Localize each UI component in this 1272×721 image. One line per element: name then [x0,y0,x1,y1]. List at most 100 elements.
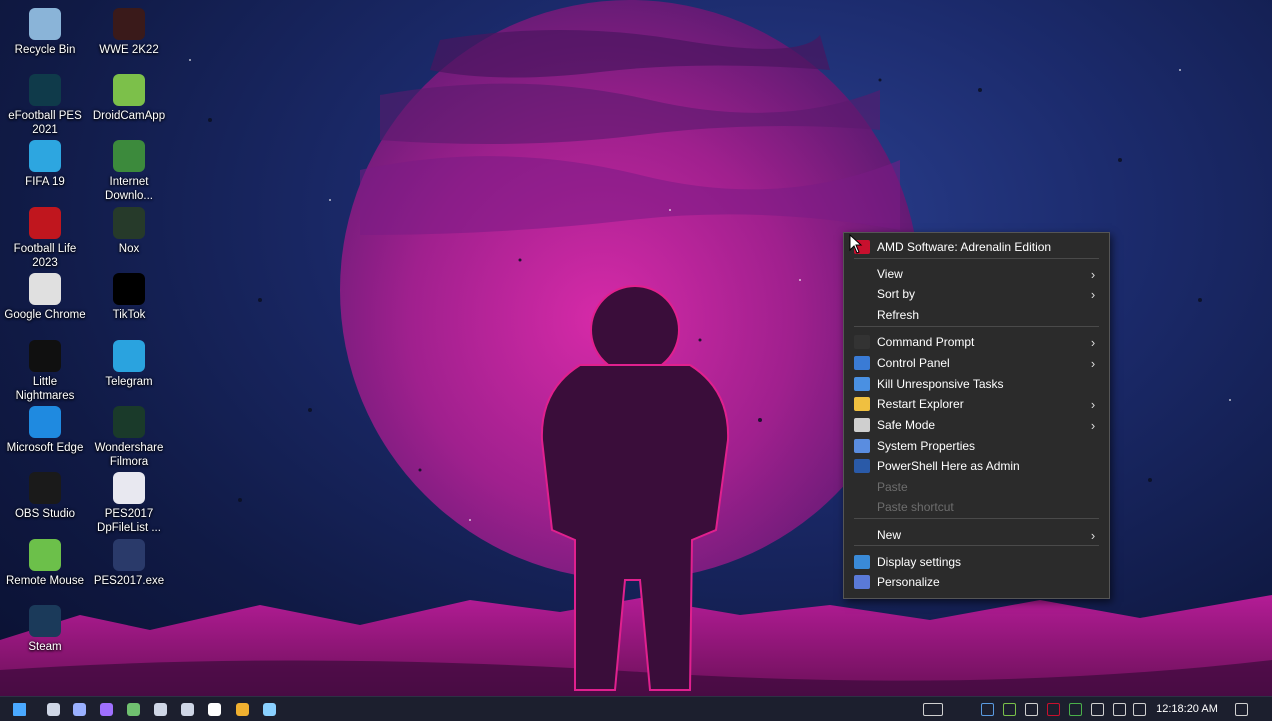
context-menu-item[interactable]: PowerShell Here as Admin [846,456,1107,476]
context-menu-item-label: Kill Unresponsive Tasks [877,377,1004,391]
desktop-shortcut[interactable]: Google Chrome [2,273,88,322]
context-menu-item-label: System Properties [877,439,976,453]
tray-app-icon[interactable] [1044,700,1062,718]
chat-icon[interactable] [260,700,278,718]
obs-icon [29,472,61,504]
context-menu-item[interactable]: Safe Mode › [846,415,1107,435]
context-menu-item-label: Restart Explorer [877,397,964,411]
m-icon[interactable] [205,700,223,718]
desktop-shortcut-label: Remote Mouse [6,575,84,587]
desktop-shortcut[interactable]: Internet Downlo... [86,140,172,203]
context-menu-item-label: Personalize [877,575,940,589]
keyboard-icon[interactable] [922,700,944,718]
desktop-shortcut[interactable]: Wondershare Filmora [86,406,172,469]
tray-app-icon[interactable] [1000,700,1018,718]
recycle-bin-icon [29,8,61,40]
desktop-shortcut-label: Internet Downlo... [105,176,153,202]
desktop-shortcut[interactable]: Recycle Bin [2,8,88,57]
filmora-icon [113,406,145,438]
context-menu-item-label: View [877,267,903,281]
desktop-shortcut[interactable]: PES2017 DpFileList ... [86,472,172,535]
efootball-icon [29,74,61,106]
context-menu-item-label: Display settings [877,555,962,569]
context-menu-item-label: Safe Mode [877,418,936,432]
mouse-cursor-icon [849,234,863,254]
desktop-shortcut-label: Google Chrome [4,309,86,321]
start-icon[interactable] [10,700,28,718]
context-menu-item[interactable]: Command Prompt › [846,332,1107,352]
capture-icon[interactable] [178,700,196,718]
droidcam-icon [113,74,145,106]
desktop-shortcut-label: Wondershare Filmora [94,442,164,468]
context-menu-item[interactable]: View › [846,264,1107,284]
app-icon[interactable] [70,700,88,718]
context-menu-item[interactable]: Refresh [846,305,1107,325]
context-menu-item[interactable]: Kill Unresponsive Tasks [846,374,1107,394]
microphone-icon[interactable] [1088,700,1106,718]
desktop-shortcut-label: FIFA 19 [25,176,65,188]
desktop-shortcut[interactable]: DroidCamApp [86,74,172,123]
file-manager-icon[interactable] [124,700,142,718]
context-menu-item[interactable]: Control Panel › [846,353,1107,373]
notification-icon[interactable] [1232,700,1250,718]
desktop-shortcut[interactable]: Football Life 2023 [2,207,88,270]
context-menu-item[interactable]: Restart Explorer › [846,394,1107,414]
desktop-shortcut-label: eFootball PES 2021 [8,110,82,136]
context-menu-item-label: Control Panel [877,356,950,370]
context-menu-icon-placeholder [854,500,870,514]
app-icon[interactable] [97,700,115,718]
powershell-icon [854,459,870,473]
control-panel-icon [854,356,870,370]
taskbar-clock[interactable]: 12:18:20 AM [1152,697,1222,721]
desktop-shortcut[interactable]: Telegram [86,340,172,389]
desktop-shortcut-label: OBS Studio [14,508,76,520]
desktop-shortcut-label: Recycle Bin [14,44,76,56]
context-menu-item[interactable]: Personalize [846,572,1107,592]
context-menu-item[interactable]: System Properties [846,436,1107,456]
cmd-icon [854,335,870,349]
desktop-shortcut[interactable]: Nox [86,207,172,256]
context-menu-item-label: AMD Software: Adrenalin Edition [877,240,1052,254]
desktop-shortcut[interactable]: PES2017.exe [86,539,172,588]
context-menu-item[interactable]: New › [846,525,1107,545]
folder-icon[interactable] [233,700,251,718]
tiktok-icon [113,273,145,305]
tray-app-icon[interactable] [978,700,996,718]
desktop-shortcut[interactable]: Remote Mouse [2,539,88,588]
desktop-shortcut[interactable]: WWE 2K22 [86,8,172,57]
context-menu-icon-placeholder [854,267,870,281]
steam-icon[interactable] [151,700,169,718]
remote-mouse-icon [29,539,61,571]
pes2017-file-icon [113,472,145,504]
tray-app-icon[interactable] [1022,700,1040,718]
menu-separator [854,326,1099,327]
chevron-right-icon: › [1090,396,1096,412]
context-menu-item[interactable]: AMD Software: Adrenalin Edition [846,237,1107,257]
desktop-shortcut[interactable]: TikTok [86,273,172,322]
kill-tasks-icon [854,377,870,391]
volume-icon[interactable] [1130,700,1148,718]
context-menu-item-label: Paste [877,480,908,494]
context-menu-item[interactable]: Sort by › [846,284,1107,304]
fifa-icon [29,140,61,172]
context-menu-item[interactable]: Display settings [846,552,1107,572]
chevron-right-icon: › [1090,417,1096,433]
pes2017-exe-icon [113,539,145,571]
desktop-shortcut[interactable]: Microsoft Edge [2,406,88,455]
desktop-shortcut[interactable]: OBS Studio [2,472,88,521]
desktop-shortcut[interactable]: FIFA 19 [2,140,88,189]
task-view-icon[interactable] [44,700,62,718]
network-icon[interactable] [1110,700,1128,718]
chevron-right-icon: › [1090,527,1096,543]
context-menu-item-label: Sort by [877,287,916,301]
tray-app-icon[interactable] [1066,700,1084,718]
chrome-icon [29,273,61,305]
chevron-right-icon: › [1090,334,1096,350]
context-menu-icon-placeholder [854,308,870,322]
desktop-shortcut[interactable]: eFootball PES 2021 [2,74,88,137]
desktop-shortcut-label: PES2017 DpFileList ... [97,508,161,534]
steam-icon [29,605,61,637]
menu-separator [854,518,1099,519]
desktop-shortcut[interactable]: Steam [2,605,88,654]
desktop-shortcut[interactable]: Little Nightmares [2,340,88,403]
